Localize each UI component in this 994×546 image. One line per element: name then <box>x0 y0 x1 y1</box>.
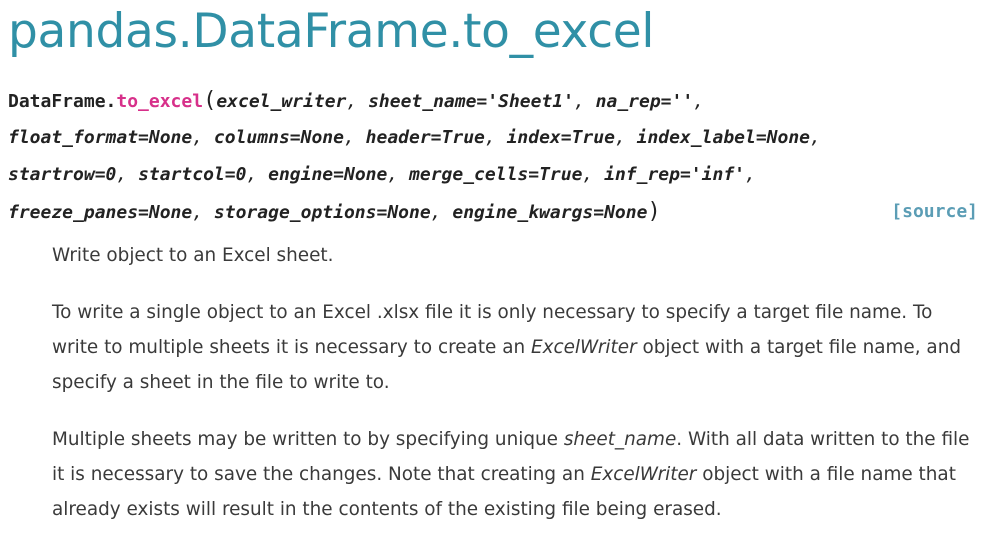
param-freeze-panes: freeze_panes=None <box>8 202 193 223</box>
function-signature: DataFrame.to_excel(excel_writer, sheet_n… <box>8 82 984 230</box>
param-engine: engine=None <box>268 164 388 185</box>
signature-line-1: DataFrame.to_excel(excel_writer, sheet_n… <box>8 88 705 113</box>
param-merge-cells: merge_cells=True <box>409 164 583 185</box>
param-storage-options: storage_options=None <box>213 202 431 223</box>
param-startrow: startrow=0 <box>8 164 117 185</box>
param-columns: columns=None <box>213 127 344 148</box>
sheet-name-ref: sheet_name <box>563 429 677 450</box>
param-excel-writer: excel_writer <box>216 91 347 112</box>
excelwriter-ref: ExcelWriter <box>530 337 637 358</box>
signature-line-4: freeze_panes=None, storage_options=None,… <box>8 193 984 230</box>
param-index: index=True <box>506 127 615 148</box>
param-na-rep: na_rep='' <box>595 91 694 112</box>
param-float-format: float_format=None <box>8 127 193 148</box>
description-paragraph-1: Write object to an Excel sheet. <box>52 245 334 266</box>
signature-line-3: startrow=0, startcol=0, engine=None, mer… <box>8 164 756 185</box>
open-paren: ( <box>203 88 217 113</box>
description: Write object to an Excel sheet. To write… <box>52 238 982 546</box>
param-inf-rep: inf_rep='inf' <box>604 164 745 185</box>
param-sheet-name: sheet_name='Sheet1' <box>368 91 574 112</box>
source-link[interactable]: [source] <box>891 193 978 230</box>
param-index-label: index_label=None <box>636 127 811 148</box>
param-startcol: startcol=0 <box>138 164 247 185</box>
description-paragraph-2: To write a single object to an Excel .xl… <box>52 302 962 393</box>
signature-line-2: float_format=None, columns=None, header=… <box>8 127 821 148</box>
param-engine-kwargs: engine_kwargs=None <box>452 202 648 223</box>
close-paren: ) <box>647 199 661 224</box>
excelwriter-ref-2: ExcelWriter <box>590 464 697 485</box>
function-name: to_excel <box>116 91 204 112</box>
description-paragraph-3: Multiple sheets may be written to by spe… <box>52 429 970 520</box>
param-header: header=True <box>365 127 485 148</box>
page-title: pandas.DataFrame.to_excel <box>8 4 655 59</box>
class-name: DataFrame. <box>8 91 117 112</box>
